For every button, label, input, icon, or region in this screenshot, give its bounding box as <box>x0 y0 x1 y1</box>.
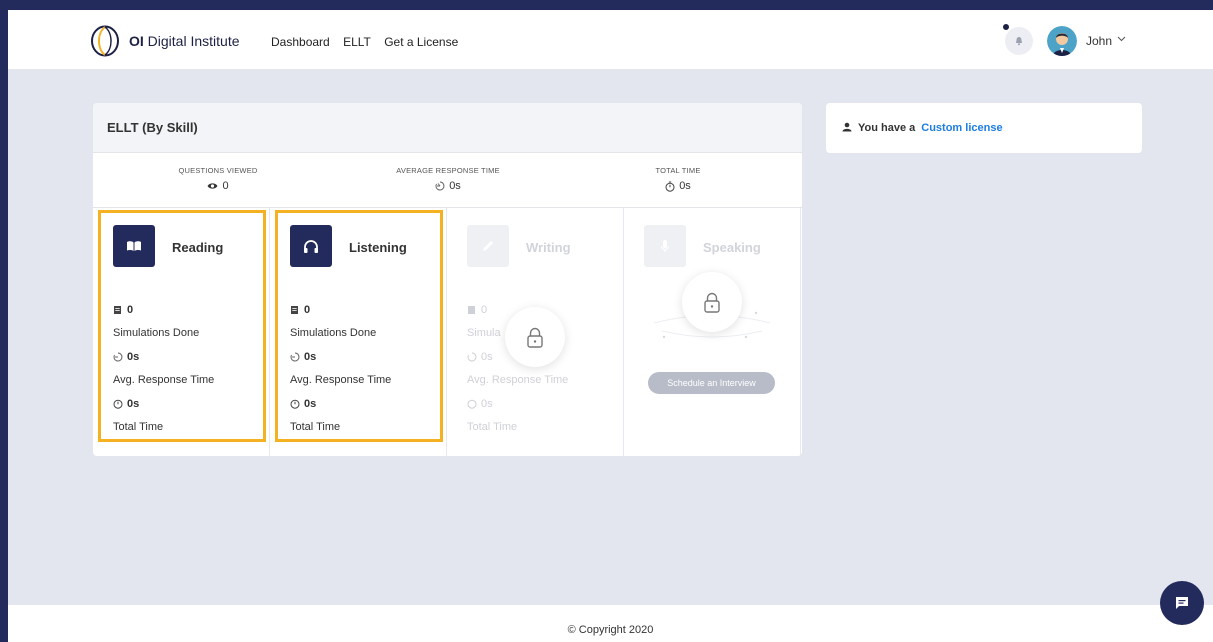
avg-response-value: 0s <box>481 350 493 363</box>
top-header: OI Digital Institute Dashboard ELLT Get … <box>8 10 1213 70</box>
stopwatch-icon <box>113 399 123 409</box>
custom-license-link[interactable]: Custom license <box>921 122 1002 153</box>
main-nav: Dashboard ELLT Get a License <box>271 35 468 49</box>
stopwatch-icon <box>665 181 675 192</box>
total-time-label: Total Time <box>113 421 164 434</box>
response-time-icon <box>435 181 445 191</box>
pencil-icon <box>483 241 493 251</box>
response-time-icon <box>467 352 477 362</box>
stat-label: QUESTIONS VIEWED <box>178 166 258 175</box>
stat-value: 0s <box>449 180 461 192</box>
simulations-icon <box>114 305 121 314</box>
nav-get-license[interactable]: Get a License <box>384 35 458 49</box>
schedule-interview-button[interactable]: Schedule an Interview <box>648 372 775 394</box>
simulations-label: Simula <box>467 327 501 340</box>
simulations-icon <box>291 305 298 314</box>
skill-icon-box <box>467 225 509 267</box>
notification-button[interactable] <box>1005 27 1033 55</box>
total-time-label: Total Time <box>290 421 341 434</box>
total-time-label: Total Time <box>467 421 518 434</box>
license-prefix: You have a <box>858 122 916 134</box>
nav-ellt[interactable]: ELLT <box>343 35 371 49</box>
skills-row: Reading 0 Simulations Done 0s Avg. Respo… <box>93 208 802 456</box>
chat-button[interactable] <box>1160 581 1204 625</box>
simulations-label: Simulations Done <box>290 327 377 340</box>
skill-listening[interactable]: Listening 0 Simulations Done 0s Avg. Res… <box>270 208 447 456</box>
simulations-value: 0 <box>481 303 488 316</box>
card-title: ELLT (By Skill) <box>93 103 802 153</box>
locked-overlay <box>505 307 565 367</box>
total-time-value: 0s <box>481 397 493 410</box>
license-card: You have a Custom license <box>826 103 1142 153</box>
simulations-label: Simulations Done <box>113 327 200 340</box>
stat-value: 0s <box>679 180 691 192</box>
avg-response-value: 0s <box>304 350 317 363</box>
user-avatar-icon <box>1047 26 1077 56</box>
chat-icon <box>1176 597 1188 609</box>
bell-icon <box>1016 37 1022 46</box>
skill-name: Writing <box>526 240 571 255</box>
headphones-icon <box>304 239 318 253</box>
chevron-down-icon[interactable] <box>1117 36 1126 42</box>
skill-name: Speaking <box>703 240 761 255</box>
footer: © Copyright 2020 <box>8 605 1213 642</box>
stat-questions-viewed: QUESTIONS VIEWED 0 <box>143 166 293 192</box>
skill-icon-box <box>290 225 332 267</box>
avg-response-value: 0s <box>127 350 140 363</box>
user-icon <box>842 122 852 132</box>
simulations-value: 0 <box>304 303 311 316</box>
skill-metrics: 0 Simulations Done 0s Avg. Response Time <box>113 298 214 439</box>
eye-icon <box>207 183 218 189</box>
avg-response-label: Avg. Response Time <box>113 374 215 387</box>
response-time-icon <box>290 352 300 362</box>
stat-total-time: TOTAL TIME 0s <box>603 166 753 192</box>
stopwatch-icon <box>290 399 300 409</box>
ellt-by-skill-card: ELLT (By Skill) QUESTIONS VIEWED 0 AVERA… <box>93 103 802 456</box>
lock-icon <box>527 327 543 348</box>
skill-name: Reading <box>172 240 224 255</box>
avg-response-label: Avg. Response Time <box>467 374 569 387</box>
stat-label: AVERAGE RESPONSE TIME <box>396 166 500 175</box>
locked-overlay <box>682 272 742 332</box>
skill-speaking: Speaking Schedule an Interview <box>624 208 801 456</box>
stopwatch-icon <box>467 399 477 409</box>
copyright-text: © Copyright 2020 <box>567 624 654 636</box>
skill-name: Listening <box>349 240 407 255</box>
brand-rest: Digital Institute <box>147 33 240 49</box>
skill-metrics: 0 Simulations Done 0s Avg. Response Time <box>290 298 391 439</box>
skill-writing: Writing 0 Simula 0s Avg. Response Time 0… <box>447 208 624 456</box>
nav-dashboard[interactable]: Dashboard <box>271 35 330 49</box>
skill-reading[interactable]: Reading 0 Simulations Done 0s Avg. Respo… <box>93 208 270 456</box>
brand-name[interactable]: OI Digital Institute <box>129 33 240 49</box>
simulations-value: 0 <box>127 303 134 316</box>
simulations-icon <box>468 305 475 314</box>
notification-dot <box>1003 24 1009 30</box>
brand-bold: OI <box>129 33 144 49</box>
skill-icon-box <box>644 225 686 267</box>
avatar[interactable] <box>1047 26 1077 56</box>
response-time-icon <box>113 352 123 362</box>
total-time-value: 0s <box>127 397 140 410</box>
app-frame: OI Digital Institute Dashboard ELLT Get … <box>8 10 1213 642</box>
stats-row: QUESTIONS VIEWED 0 AVERAGE RESPONSE TIME <box>93 153 802 208</box>
stat-average-response-time: AVERAGE RESPONSE TIME 0s <box>373 166 523 192</box>
avg-response-label: Avg. Response Time <box>290 374 392 387</box>
microphone-icon <box>661 240 669 252</box>
total-time-value: 0s <box>304 397 317 410</box>
lock-icon <box>704 292 720 313</box>
stat-value: 0 <box>222 180 229 192</box>
oi-logo-icon[interactable] <box>90 25 120 57</box>
book-icon <box>127 241 141 251</box>
stat-label: TOTAL TIME <box>655 166 701 175</box>
username[interactable]: John <box>1086 34 1112 48</box>
skill-icon-box <box>113 225 155 267</box>
